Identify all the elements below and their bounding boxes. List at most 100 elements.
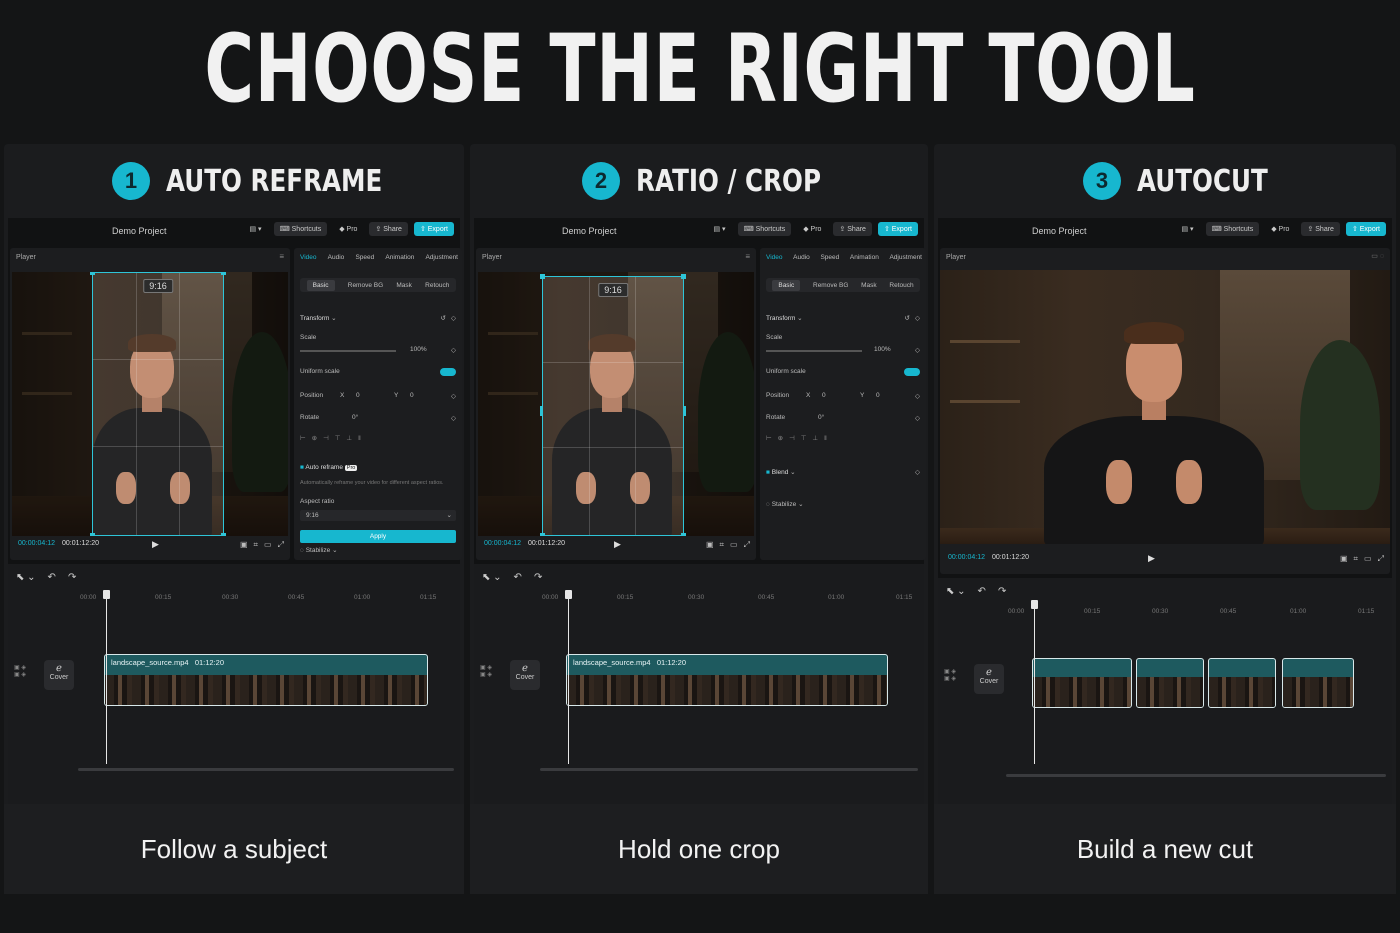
crop-icon[interactable]: ⌗ — [254, 540, 259, 550]
cover-button[interactable]: ℯ Cover — [44, 660, 74, 690]
cover-button[interactable]: ℯ Cover — [974, 664, 1004, 694]
crop-handle[interactable] — [221, 533, 226, 536]
export-button[interactable]: ⇧ Export — [877, 222, 918, 236]
crop-handle[interactable] — [681, 274, 686, 279]
timeline-scrollbar[interactable] — [78, 768, 454, 771]
video-clip[interactable]: landscape_source.mp4 01:12:20 — [104, 654, 428, 706]
undo-icon[interactable]: ↶ — [48, 572, 56, 583]
subtab-basic[interactable]: Basic — [772, 279, 801, 291]
layout-icon[interactable]: ▤ ▾ — [708, 222, 732, 236]
share-button[interactable]: ⇪ Share — [833, 222, 872, 236]
keyframe-icon[interactable]: ◇ — [451, 314, 456, 322]
rotate-input[interactable]: 0° — [818, 414, 824, 421]
cursor-icon[interactable]: ⬉ ⌄ — [16, 572, 36, 583]
keyframe-icon[interactable]: ◇ — [451, 414, 456, 422]
align-icons[interactable]: ⊢⊕⊣⊤⊥‖ — [300, 434, 456, 444]
crop-box[interactable]: 9:16 — [540, 274, 686, 536]
undo-icon[interactable]: ↶ — [514, 572, 522, 583]
ratio-icon[interactable]: ▣ — [240, 540, 248, 550]
subtab-mask[interactable]: Mask — [396, 282, 412, 289]
crop-handle[interactable] — [221, 272, 226, 275]
track-lock-icon[interactable]: ▣ ◈ ▣ ◈ — [480, 664, 492, 678]
tab-video[interactable]: Video — [766, 254, 783, 261]
keyframe-icon[interactable]: ◇ — [451, 392, 456, 400]
crop-handle[interactable] — [540, 533, 545, 536]
timeline-scrollbar[interactable] — [1006, 774, 1386, 777]
tab-speed[interactable]: Speed — [820, 254, 839, 261]
export-button[interactable]: ⇧ Export — [413, 222, 454, 236]
subtab-basic[interactable]: Basic — [306, 279, 335, 291]
aspect-icon[interactable]: ▭ — [1364, 554, 1372, 564]
tab-audio[interactable]: Audio — [793, 254, 810, 261]
crop-handle[interactable] — [90, 533, 95, 536]
playhead[interactable] — [1031, 600, 1038, 764]
shortcuts-button[interactable]: ⌨ Shortcuts — [737, 222, 792, 236]
export-button[interactable]: ⇧ Export — [1345, 222, 1386, 236]
pro-button[interactable]: ◆ Pro — [797, 222, 827, 236]
reframe-box[interactable]: 9:16 — [90, 272, 226, 536]
video-clip[interactable] — [1032, 658, 1132, 708]
crop-handle[interactable] — [540, 274, 545, 279]
settings-icon[interactable]: ▭ ◌ — [1371, 252, 1384, 260]
video-clip[interactable]: landscape_source.mp4 01:12:20 — [566, 654, 888, 706]
cursor-icon[interactable]: ⬉ ⌄ — [482, 572, 502, 583]
share-button[interactable]: ⇪ Share — [369, 222, 408, 236]
tab-audio[interactable]: Audio — [328, 254, 345, 261]
subtab-remove-bg[interactable]: Remove BG — [348, 282, 383, 289]
pro-button[interactable]: ◆ Pro — [333, 222, 363, 236]
layout-icon[interactable]: ▤ ▾ — [244, 222, 268, 236]
reset-icon[interactable]: ↺ — [905, 314, 910, 322]
crop-handle[interactable] — [90, 272, 95, 275]
keyframe-icon[interactable]: ◇ — [915, 314, 920, 322]
tab-adjustment[interactable]: Adjustment — [425, 254, 458, 261]
fullscreen-icon[interactable]: ⤢ — [744, 540, 750, 550]
subtab-mask[interactable]: Mask — [861, 282, 877, 289]
fullscreen-icon[interactable]: ⤢ — [278, 540, 284, 550]
checkbox-icon[interactable]: ■ — [766, 469, 770, 476]
video-clip[interactable] — [1136, 658, 1204, 708]
reset-icon[interactable]: ↺ — [441, 314, 446, 322]
stabilize-icon[interactable]: ◌ — [766, 501, 770, 508]
playhead[interactable] — [103, 590, 110, 764]
aspect-ratio-select[interactable]: 9:16 ⌄ — [300, 510, 456, 521]
shortcuts-button[interactable]: ⌨ Shortcuts — [1205, 222, 1260, 236]
undo-icon[interactable]: ↶ — [978, 586, 986, 597]
pos-y-input[interactable]: 0 — [410, 392, 414, 399]
pos-y-input[interactable]: 0 — [876, 392, 880, 399]
keyframe-icon[interactable]: ◇ — [915, 392, 920, 400]
keyframe-icon[interactable]: ◇ — [915, 346, 920, 354]
stabilize-icon[interactable]: ◌ — [300, 547, 304, 554]
redo-icon[interactable]: ↷ — [534, 572, 542, 583]
track-lock-icon[interactable]: ▣ ◈ ▣ ◈ — [944, 668, 956, 682]
layout-icon[interactable]: ▤ ▾ — [1176, 222, 1200, 236]
pro-button[interactable]: ◆ Pro — [1265, 222, 1295, 236]
pos-x-input[interactable]: 0 — [356, 392, 360, 399]
align-icons[interactable]: ⊢⊕⊣⊤⊥‖ — [766, 434, 920, 444]
cover-button[interactable]: ℯ Cover — [510, 660, 540, 690]
keyframe-icon[interactable]: ◇ — [915, 468, 920, 476]
uniform-scale-toggle[interactable] — [440, 368, 456, 376]
keyframe-icon[interactable]: ◇ — [451, 346, 456, 354]
tab-animation[interactable]: Animation — [850, 254, 879, 261]
video-clip[interactable] — [1208, 658, 1276, 708]
tab-adjustment[interactable]: Adjustment — [889, 254, 922, 261]
crop-icon[interactable]: ⌗ — [1354, 554, 1359, 564]
subtab-remove-bg[interactable]: Remove BG — [813, 282, 848, 289]
tab-speed[interactable]: Speed — [355, 254, 374, 261]
crop-icon[interactable]: ⌗ — [720, 540, 725, 550]
keyframe-icon[interactable]: ◇ — [915, 414, 920, 422]
apply-button[interactable]: Apply — [300, 530, 456, 543]
redo-icon[interactable]: ↷ — [998, 586, 1006, 597]
crop-handle[interactable] — [683, 406, 686, 416]
menu-icon[interactable]: ≡ — [745, 252, 750, 261]
aspect-icon[interactable]: ▭ — [264, 540, 272, 550]
tab-animation[interactable]: Animation — [385, 254, 414, 261]
scale-slider[interactable] — [300, 350, 396, 352]
menu-icon[interactable]: ≡ — [279, 252, 284, 261]
video-clip[interactable] — [1282, 658, 1354, 708]
rotate-input[interactable]: 0° — [352, 414, 358, 421]
subtab-retouch[interactable]: Retouch — [889, 282, 913, 289]
shortcuts-button[interactable]: ⌨ Shortcuts — [273, 222, 328, 236]
playhead[interactable] — [565, 590, 572, 764]
timeline-scrollbar[interactable] — [540, 768, 918, 771]
